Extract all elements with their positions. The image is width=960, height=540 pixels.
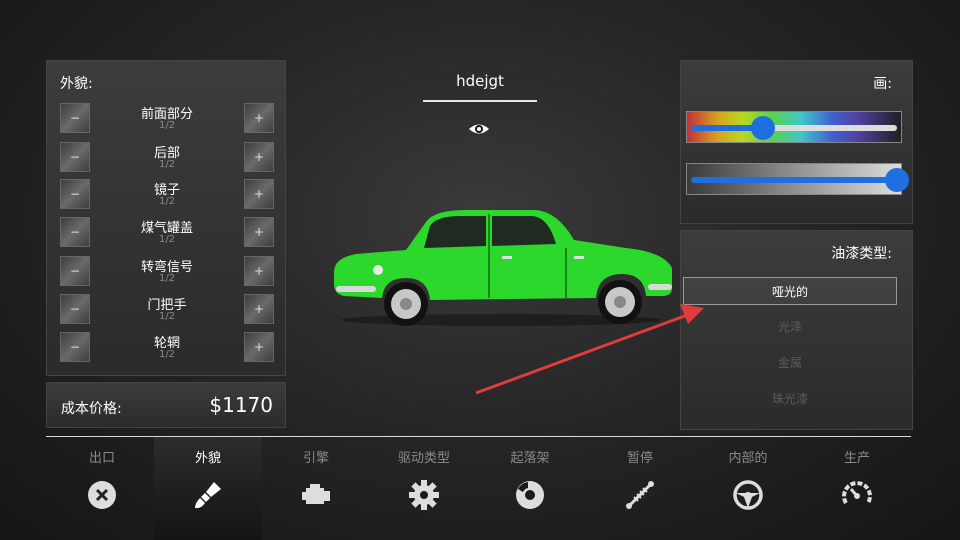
paint-title: 画: xyxy=(873,76,892,92)
tab-bar: 出口 外貌 引擎 驱动类型 起落架 暂停 内部的 生产 xyxy=(46,437,911,540)
increase-button[interactable]: + xyxy=(244,217,274,247)
tab-item[interactable]: 内部的 xyxy=(694,437,802,540)
cost-label: 成本价格: xyxy=(61,401,122,417)
paint-type-option[interactable]: 金属 xyxy=(683,349,897,377)
tab-label: 出口 xyxy=(88,451,115,466)
hue-slider-thumb[interactable] xyxy=(751,116,776,140)
paint-type-title: 油漆类型: xyxy=(831,246,892,262)
tab-item[interactable]: 外貌 xyxy=(154,437,262,540)
tab-item[interactable]: 暂停 xyxy=(586,437,694,540)
decrease-button[interactable]: − xyxy=(60,217,90,247)
increase-button[interactable]: + xyxy=(244,103,274,133)
gear-icon xyxy=(409,480,439,510)
engine-icon xyxy=(302,484,330,504)
appearance-option-value: 1/2 xyxy=(158,311,176,322)
appearance-option-row: − 轮辋 1/2 + xyxy=(47,332,287,364)
appearance-option-row: − 前面部分 1/2 + xyxy=(47,103,287,135)
cost-value: $1170 xyxy=(209,393,273,417)
appearance-option-value: 1/2 xyxy=(158,196,176,207)
paint-type-option[interactable]: 哑光的 xyxy=(683,277,897,305)
speedometer-icon xyxy=(842,481,872,505)
increase-button[interactable]: + xyxy=(244,294,274,324)
appearance-panel: 外貌: − 前面部分 1/2 + − 后部 1/2 + − 镜子 1/2 + − 煤气罐盖 1/2 + − 转弯信… xyxy=(46,60,286,376)
tab-item[interactable]: 出口 xyxy=(48,437,156,540)
appearance-option-value: 1/2 xyxy=(158,273,176,284)
decrease-button[interactable]: − xyxy=(60,294,90,324)
increase-button[interactable]: + xyxy=(244,256,274,286)
car-name[interactable]: hdejgt xyxy=(423,72,537,90)
paint-panel: 画: xyxy=(680,60,913,224)
shade-slider-thumb[interactable] xyxy=(885,168,909,192)
appearance-option-row: − 门把手 1/2 + xyxy=(47,294,287,326)
steering-wheel-icon xyxy=(733,480,763,510)
tab-item[interactable]: 引擎 xyxy=(262,437,370,540)
brake-disc-icon xyxy=(516,481,544,509)
appearance-option-row: − 镜子 1/2 + xyxy=(47,179,287,211)
shade-slider-track xyxy=(691,177,897,183)
tab-label: 内部的 xyxy=(728,451,768,466)
tab-label: 外貌 xyxy=(194,451,221,466)
appearance-option-row: − 后部 1/2 + xyxy=(47,142,287,174)
hue-slider[interactable] xyxy=(686,111,902,143)
decrease-button[interactable]: − xyxy=(60,179,90,209)
increase-button[interactable]: + xyxy=(244,179,274,209)
appearance-option-row: − 转弯信号 1/2 + xyxy=(47,256,287,288)
tab-label: 起落架 xyxy=(510,451,550,466)
appearance-title: 外貌: xyxy=(60,76,93,92)
car-name-underline xyxy=(423,100,537,102)
tab-item[interactable]: 起落架 xyxy=(476,437,584,540)
appearance-option-value: 1/2 xyxy=(158,234,176,245)
tab-label: 暂停 xyxy=(626,451,653,466)
car-model[interactable] xyxy=(326,200,676,330)
paint-type-panel: 油漆类型: 哑光的光泽金属珠光漆 xyxy=(680,230,913,430)
appearance-option-value: 1/2 xyxy=(158,159,176,170)
close-circle-icon xyxy=(88,481,116,509)
eye-icon[interactable] xyxy=(468,120,490,138)
appearance-option-row: − 煤气罐盖 1/2 + xyxy=(47,217,287,249)
tab-label: 驱动类型 xyxy=(397,451,450,466)
cost-panel: 成本价格: $1170 xyxy=(46,382,286,428)
tab-item[interactable]: 驱动类型 xyxy=(370,437,478,540)
increase-button[interactable]: + xyxy=(244,142,274,172)
decrease-button[interactable]: − xyxy=(60,332,90,362)
hue-slider-track xyxy=(691,125,897,131)
decrease-button[interactable]: − xyxy=(60,142,90,172)
paint-type-option[interactable]: 光泽 xyxy=(683,313,897,341)
decrease-button[interactable]: − xyxy=(60,103,90,133)
paint-type-option[interactable]: 珠光漆 xyxy=(683,385,897,413)
tab-label: 引擎 xyxy=(302,451,329,466)
shade-slider[interactable] xyxy=(686,163,909,195)
tab-item[interactable]: 生产 xyxy=(803,437,911,540)
paint-brush-icon xyxy=(195,482,221,509)
suspension-icon xyxy=(626,481,654,509)
appearance-option-value: 1/2 xyxy=(158,349,176,360)
decrease-button[interactable]: − xyxy=(60,256,90,286)
increase-button[interactable]: + xyxy=(244,332,274,362)
tab-label: 生产 xyxy=(843,451,870,466)
appearance-option-value: 1/2 xyxy=(158,120,176,131)
